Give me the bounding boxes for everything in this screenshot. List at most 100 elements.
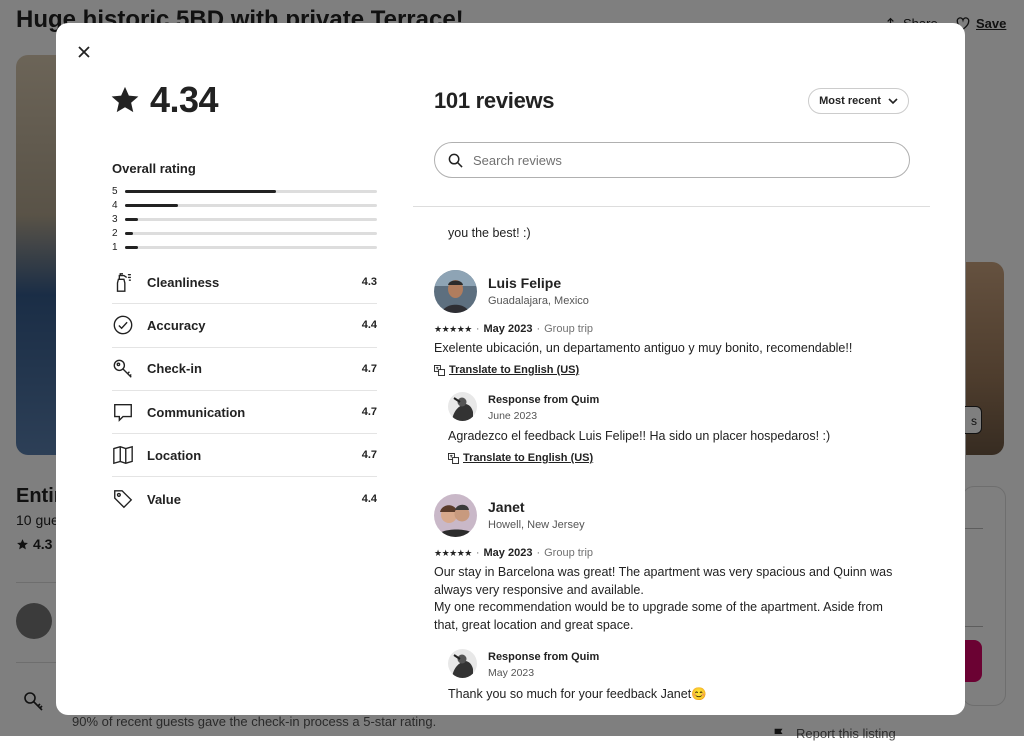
reviewer-avatar[interactable] [434, 270, 477, 313]
response-text: Agradezco el feedback Luis Felipe!! Ha s… [448, 429, 831, 443]
translate-link[interactable]: Translate to English (US) [448, 452, 593, 464]
category-name: Communication [147, 404, 246, 420]
reviews-modal: 4.34 Overall rating 5 4 3 2 1 Cleanlines… [56, 23, 965, 715]
rating-distribution: 5 4 3 2 1 [112, 184, 377, 255]
review-meta: ★★★★★ · May 2023 · Group trip [434, 323, 593, 335]
meta-separator: · [536, 323, 541, 335]
translate-link[interactable]: Translate to English (US) [434, 364, 579, 376]
category-communication: Communication 4.7 [112, 391, 377, 435]
rating-bar-fill [125, 203, 178, 207]
search-icon [448, 153, 463, 168]
meta-separator: · [475, 323, 480, 335]
search-reviews-box[interactable] [434, 142, 910, 178]
category-name: Check-in [147, 361, 202, 377]
key-icon [112, 358, 134, 380]
overall-score: 4.34 [110, 79, 219, 121]
search-reviews-input[interactable] [471, 151, 909, 169]
review-text-line: Our stay in Barcelona was great! The apa… [434, 565, 893, 579]
category-value: Value 4.4 [112, 477, 377, 520]
rating-bar-row: 3 [112, 212, 377, 226]
map-icon [112, 444, 134, 466]
response-date: May 2023 [488, 667, 535, 679]
category-score: 4.4 [361, 319, 377, 332]
chevron-down-icon [888, 97, 898, 104]
rating-bar-fill [125, 189, 277, 193]
category-score: 4.7 [361, 449, 377, 462]
host-response-avatar [448, 392, 477, 421]
star-rating: ★★★★★ [434, 547, 472, 558]
previous-review-fragment: you the best! :) [448, 226, 531, 240]
rating-bar-fill [125, 232, 133, 236]
rating-bar-row: 5 [112, 184, 377, 198]
review-text: Exelente ubicación, un departamento anti… [434, 341, 853, 355]
rating-bar-label: 1 [112, 242, 118, 254]
spray-bottle-icon [112, 271, 134, 293]
review-list[interactable]: you the best! :) Luis Felipe Guadalajara… [413, 207, 930, 715]
category-location: Location 4.7 [112, 434, 377, 478]
category-name: Location [147, 447, 202, 463]
category-score: 4.7 [361, 406, 377, 419]
category-score: 4.3 [361, 276, 377, 289]
rating-bar-track [125, 246, 377, 250]
rating-bar-row: 2 [112, 227, 377, 241]
star-icon [111, 86, 139, 113]
review-text: Our stay in Barcelona was great! The apa… [434, 564, 892, 634]
category-name: Cleanliness [147, 274, 220, 290]
rating-bar-row: 4 [112, 198, 377, 212]
category-check-in: Check-in 4.7 [112, 348, 377, 391]
response-from-label: Response from Quim [488, 394, 600, 406]
translate-icon [448, 452, 459, 464]
sort-dropdown[interactable]: Most recent [808, 88, 909, 114]
rating-bar-label: 3 [112, 213, 118, 225]
review-text-line: that, great location and great space. [434, 617, 634, 632]
rating-bar-track [125, 217, 377, 221]
review-meta: ★★★★★ · May 2023 · Group trip [434, 547, 593, 559]
sort-label: Most recent [819, 95, 881, 107]
category-score: 4.7 [361, 362, 377, 375]
category-score: 4.4 [361, 493, 377, 506]
meta-separator: · [536, 547, 541, 559]
star-rating: ★★★★★ [434, 323, 472, 334]
review-text-line: always very responsive and available. [434, 582, 644, 597]
response-from-label: Response from Quim [488, 651, 600, 663]
rating-bar-track [125, 232, 377, 236]
category-name: Accuracy [147, 317, 206, 333]
translate-label: Translate to English (US) [449, 364, 580, 376]
rating-bar-fill [125, 246, 138, 250]
overall-rating-label: Overall rating [112, 161, 196, 176]
reviewer-location: Howell, New Jersey [488, 519, 585, 531]
category-name: Value [147, 491, 181, 507]
category-ratings: Cleanliness 4.3 Accuracy 4.4 Check-in 4.… [112, 261, 377, 521]
close-button[interactable] [70, 38, 98, 66]
reviewer-name: Janet [488, 499, 525, 515]
meta-separator: · [475, 547, 480, 559]
response-date: June 2023 [488, 410, 538, 422]
host-response-avatar [448, 649, 477, 678]
tag-icon [112, 488, 134, 510]
trip-type: Group trip [544, 547, 594, 559]
translate-icon [434, 364, 445, 376]
category-accuracy: Accuracy 4.4 [112, 304, 377, 348]
check-circle-icon [112, 314, 134, 336]
rating-bar-label: 5 [112, 185, 118, 197]
rating-bar-track [125, 189, 377, 193]
overall-score-value: 4.34 [150, 79, 219, 120]
rating-bar-fill [125, 217, 138, 221]
trip-type: Group trip [544, 323, 594, 335]
chat-bubble-icon [112, 401, 134, 423]
review-text-line: My one recommendation would be to upgrad… [434, 600, 883, 614]
translate-label: Translate to English (US) [463, 452, 594, 464]
rating-bar-label: 2 [112, 228, 118, 240]
close-icon [78, 46, 90, 58]
rating-bar-label: 4 [112, 199, 118, 211]
reviewer-location: Guadalajara, Mexico [488, 295, 589, 307]
review-date: May 2023 [483, 323, 533, 335]
rating-bar-row: 1 [112, 241, 377, 255]
reviewer-avatar[interactable] [434, 494, 477, 537]
category-cleanliness: Cleanliness 4.3 [112, 261, 377, 305]
reviews-count-heading: 101 reviews [434, 88, 555, 113]
review-date: May 2023 [483, 547, 533, 559]
rating-bar-track [125, 203, 377, 207]
reviewer-name: Luis Felipe [488, 275, 562, 291]
response-text: Thank you so much for your feedback Jane… [448, 687, 707, 701]
